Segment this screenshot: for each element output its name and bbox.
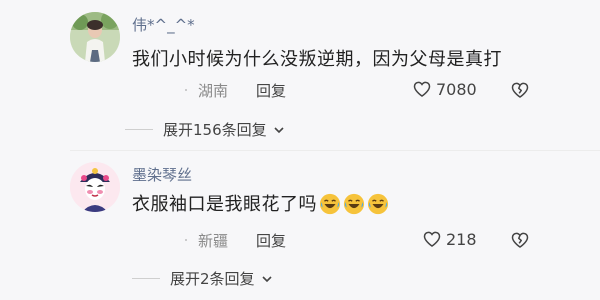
expand-replies-button[interactable]: 展开2条回复 — [132, 268, 273, 289]
comment-text: 我们小时候为什么没叛逆期，因为父母是真打 — [132, 49, 502, 70]
reply-button[interactable]: 回复 — [256, 80, 286, 101]
opera-character-icon — [70, 162, 120, 212]
location-label: 湖南 — [198, 82, 229, 100]
heart-icon — [412, 79, 432, 99]
expand-replies-label: 展开2条回复 — [170, 270, 255, 288]
expand-line — [125, 129, 153, 130]
avatar[interactable] — [70, 12, 120, 62]
heart-icon — [422, 229, 442, 249]
comment-text-body: 衣服袖口是我眼花了吗 — [132, 194, 317, 215]
expand-replies-label: 展开156条回复 — [163, 121, 267, 139]
separator-dot — [185, 89, 187, 91]
laughing-crying-emoji-icon — [367, 193, 389, 215]
expand-line — [132, 278, 160, 279]
avatar[interactable] — [70, 162, 120, 212]
expand-replies-button[interactable]: 展开156条回复 — [125, 119, 285, 140]
like-button[interactable]: 218 — [422, 229, 477, 249]
like-button[interactable]: 7080 — [412, 79, 477, 99]
username[interactable]: 伟*^_^* — [132, 14, 195, 35]
laughing-crying-emoji-icon — [319, 193, 341, 215]
like-count: 7080 — [436, 79, 477, 99]
person-photo-icon — [70, 12, 120, 62]
comment-text: 衣服袖口是我眼花了吗 — [132, 190, 389, 216]
chevron-down-icon — [261, 273, 273, 285]
comment-2: 墨染琴丝 衣服袖口是我眼花了吗 新疆 回复 218 展开2条回复 — [0, 150, 600, 300]
broken-heart-icon — [511, 232, 529, 248]
dislike-button[interactable] — [510, 230, 530, 250]
laughing-crying-emoji-icon — [343, 193, 365, 215]
reply-button[interactable]: 回复 — [256, 230, 286, 251]
broken-heart-icon — [511, 82, 529, 98]
location-label: 新疆 — [198, 232, 229, 250]
comment-1: 伟*^_^* 我们小时候为什么没叛逆期，因为父母是真打 湖南 回复 7080 展… — [0, 0, 600, 150]
separator-dot — [185, 239, 187, 241]
chevron-down-icon — [273, 124, 285, 136]
username[interactable]: 墨染琴丝 — [132, 164, 192, 185]
dislike-button[interactable] — [510, 80, 530, 100]
like-count: 218 — [446, 229, 477, 249]
